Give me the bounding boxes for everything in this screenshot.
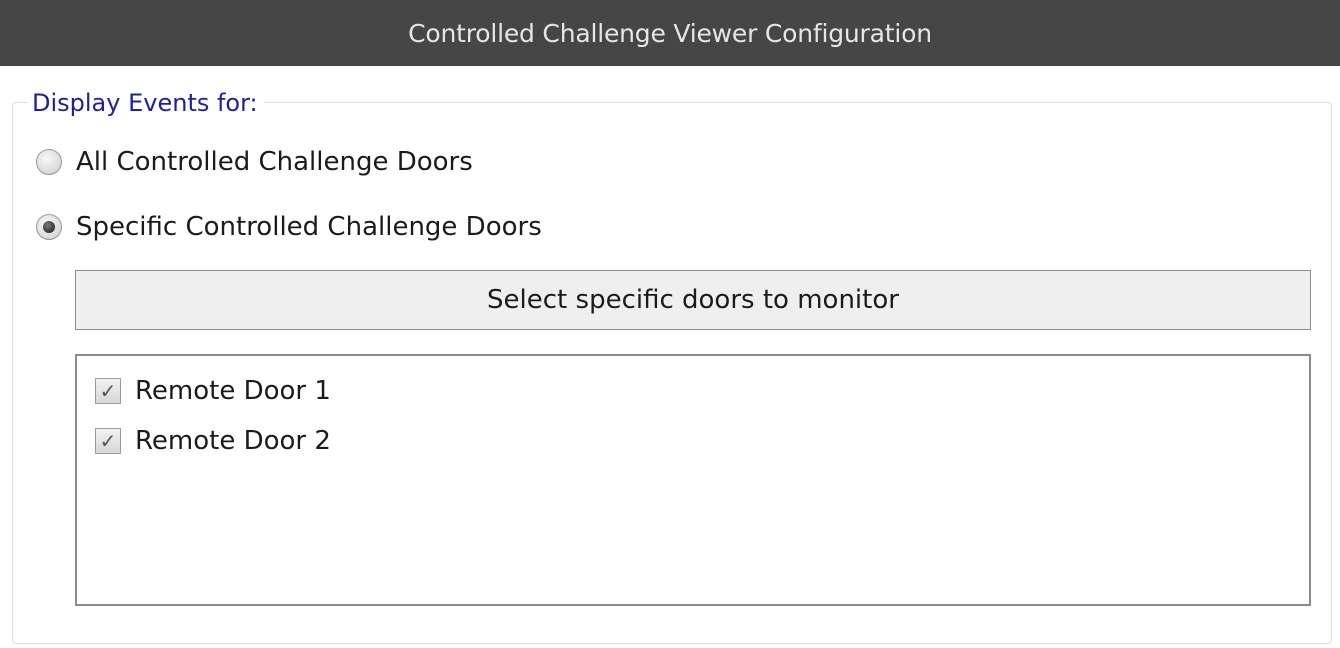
title-bar: Controlled Challenge Viewer Configuratio…: [0, 0, 1340, 66]
radio-icon[interactable]: [36, 149, 62, 175]
radio-all-doors-label: All Controlled Challenge Doors: [76, 147, 473, 177]
select-doors-button[interactable]: Select specific doors to monitor: [75, 270, 1311, 330]
list-item[interactable]: ✓ Remote Door 2: [77, 416, 1309, 466]
door-label: Remote Door 1: [135, 376, 331, 406]
radio-all-doors[interactable]: All Controlled Challenge Doors: [36, 142, 473, 182]
check-icon: ✓: [99, 379, 117, 403]
radio-specific-doors-label: Specific Controlled Challenge Doors: [76, 212, 542, 242]
window-title: Controlled Challenge Viewer Configuratio…: [408, 18, 932, 48]
list-item[interactable]: ✓ Remote Door 1: [77, 366, 1309, 416]
checkbox-icon[interactable]: ✓: [95, 428, 121, 454]
radio-icon[interactable]: [36, 214, 62, 240]
check-icon: ✓: [99, 429, 117, 453]
radio-selected-dot: [43, 221, 55, 233]
radio-specific-doors[interactable]: Specific Controlled Challenge Doors: [36, 207, 542, 247]
door-label: Remote Door 2: [135, 426, 331, 456]
checkbox-icon[interactable]: ✓: [95, 378, 121, 404]
group-legend: Display Events for:: [28, 86, 264, 120]
door-list[interactable]: ✓ Remote Door 1 ✓ Remote Door 2: [75, 354, 1311, 606]
